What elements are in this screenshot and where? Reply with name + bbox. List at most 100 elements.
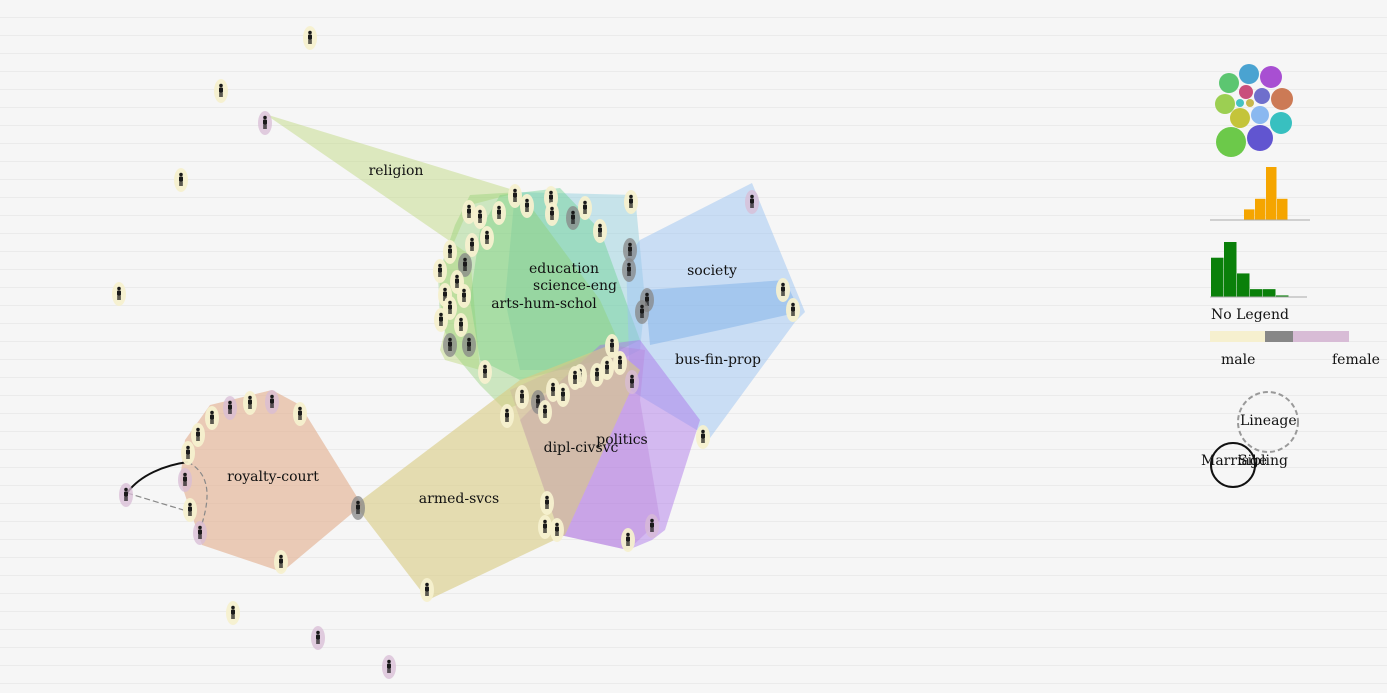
lineage-label: Lineage [1240,413,1297,429]
person-node[interactable] [508,184,522,208]
histogram-bar[interactable] [1211,257,1224,297]
person-node[interactable] [515,385,529,409]
color-bubble-legend[interactable] [1215,64,1293,157]
color-bubble[interactable] [1216,127,1246,157]
sibling-link[interactable] [126,492,191,513]
histogram-orange[interactable] [1244,167,1288,220]
person-node[interactable] [303,26,317,50]
gender-bar-male [1210,331,1265,342]
person-node[interactable] [645,514,659,538]
sibling-label: Sibling [1238,453,1288,469]
person-node[interactable] [538,400,552,424]
color-bubble[interactable] [1239,64,1259,84]
color-bubble[interactable] [1219,73,1239,93]
color-bubble[interactable] [1251,106,1269,124]
person-node[interactable] [420,578,434,602]
person-node[interactable] [214,79,228,103]
person-node[interactable] [593,219,607,243]
label-arts-hum-schol: arts-hum-schol [491,296,597,312]
person-node[interactable] [243,391,257,415]
legend: No Legend male female Lineage Marriage S… [1201,64,1380,488]
histogram-bar[interactable] [1237,273,1250,297]
color-bubble[interactable] [1246,99,1254,107]
label-religion: religion [369,163,424,179]
person-node[interactable] [550,518,564,542]
person-node[interactable] [274,550,288,574]
person-node[interactable] [119,483,133,507]
person-node[interactable] [776,278,790,302]
histogram-green[interactable] [1211,242,1289,297]
person-node[interactable] [613,351,627,375]
person-node[interactable] [635,300,649,324]
histogram-bar[interactable] [1224,242,1237,297]
person-node[interactable] [265,390,279,414]
person-node[interactable] [351,496,365,520]
gender-bar-female [1293,331,1349,342]
histogram-bar[interactable] [1255,198,1266,220]
person-node[interactable] [311,626,325,650]
person-node[interactable] [478,360,492,384]
person-node[interactable] [258,111,272,135]
person-node[interactable] [540,491,554,515]
person-node[interactable] [454,313,468,337]
label-society: society [687,263,737,279]
person-node[interactable] [568,366,582,390]
person-node[interactable] [696,425,710,449]
histogram-bar[interactable] [1263,289,1276,297]
person-node[interactable] [193,521,207,545]
label-science-eng: science-eng [533,278,617,294]
histogram-bar[interactable] [1266,167,1277,220]
person-node[interactable] [480,226,494,250]
person-node[interactable] [178,468,192,492]
label-education: education [529,261,599,277]
person-node[interactable] [382,655,396,679]
person-node[interactable] [293,402,307,426]
person-node[interactable] [621,528,635,552]
gender-female-label: female [1332,352,1380,368]
histogram-bar[interactable] [1277,198,1288,220]
person-node[interactable] [538,515,552,539]
person-node[interactable] [205,406,219,430]
person-node[interactable] [520,194,534,218]
person-node[interactable] [556,383,570,407]
label-armed-svcs: armed-svcs [419,491,499,507]
person-node[interactable] [600,356,614,380]
person-node[interactable] [578,196,592,220]
person-node[interactable] [443,333,457,357]
person-node[interactable] [500,404,514,428]
person-node[interactable] [174,168,188,192]
person-node[interactable] [566,206,580,230]
person-node[interactable] [545,202,559,226]
person-node[interactable] [112,282,126,306]
histogram-bar[interactable] [1250,289,1263,297]
color-bubble[interactable] [1236,99,1244,107]
person-node[interactable] [434,308,448,332]
person-node[interactable] [457,284,471,308]
person-node[interactable] [622,258,636,282]
person-node[interactable] [433,259,447,283]
color-bubble[interactable] [1239,85,1253,99]
color-bubble[interactable] [1270,112,1292,134]
person-node[interactable] [226,601,240,625]
person-node[interactable] [465,233,479,257]
person-node[interactable] [181,441,195,465]
person-node[interactable] [462,200,476,224]
color-bubble[interactable] [1260,66,1282,88]
person-node[interactable] [625,370,639,394]
color-bubble[interactable] [1247,125,1273,151]
color-bubble[interactable] [1254,88,1270,104]
histogram-bar[interactable] [1244,209,1255,220]
person-node[interactable] [191,423,205,447]
person-node[interactable] [786,298,800,322]
person-node[interactable] [624,190,638,214]
person-node[interactable] [745,190,759,214]
person-node[interactable] [492,201,506,225]
color-bubble[interactable] [1215,94,1235,114]
person-node[interactable] [462,333,476,357]
gender-male-label: male [1221,352,1255,368]
color-bubble[interactable] [1230,108,1250,128]
color-bubble[interactable] [1271,88,1293,110]
person-node[interactable] [183,498,197,522]
person-node[interactable] [443,240,457,264]
person-node[interactable] [223,396,237,420]
